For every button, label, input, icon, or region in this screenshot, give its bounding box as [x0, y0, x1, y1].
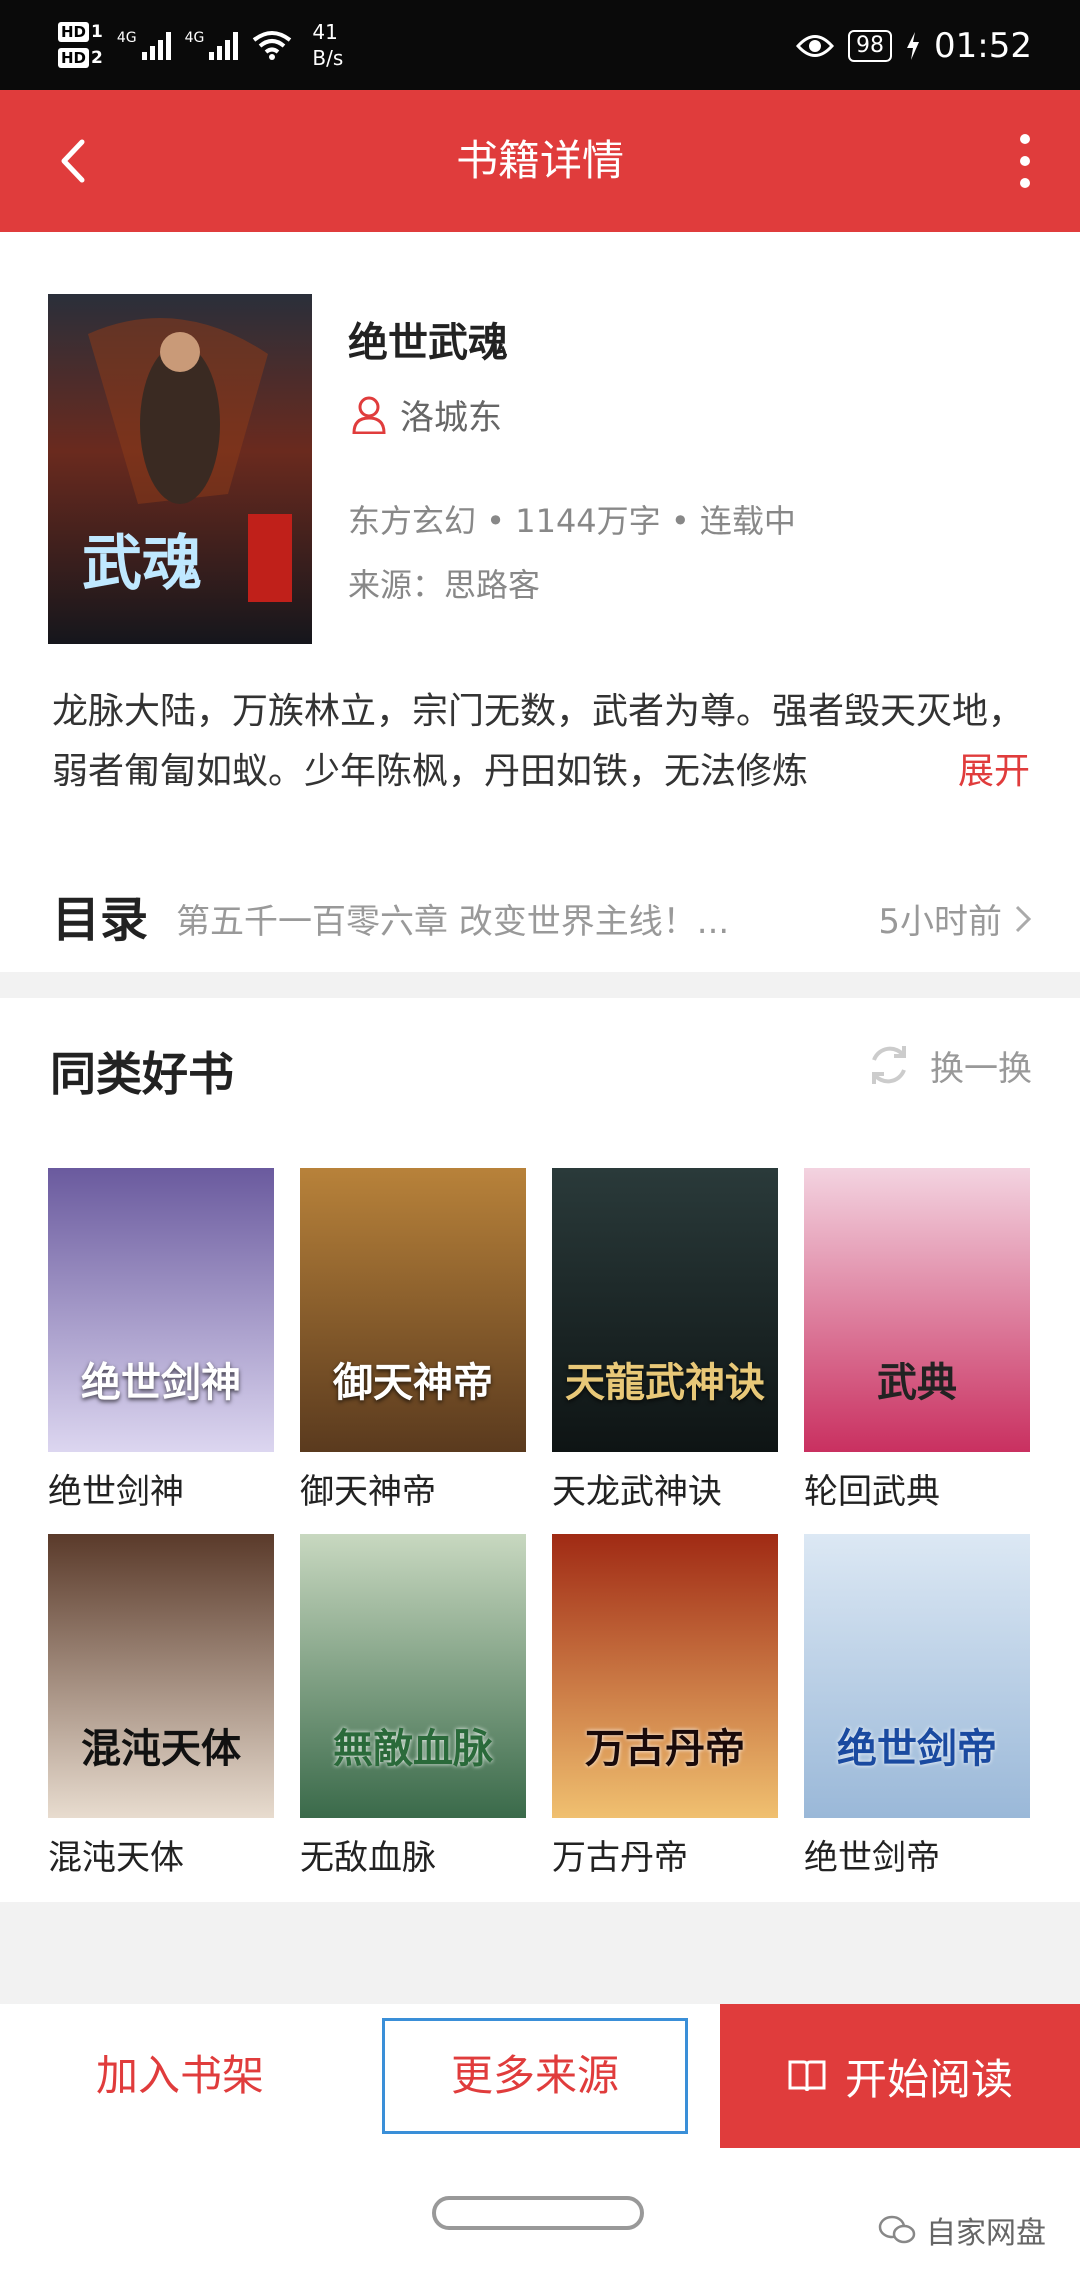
- book-tile-cover: 绝世剑帝: [804, 1534, 1030, 1818]
- expand-button[interactable]: 展开: [897, 742, 1030, 802]
- book-tile-name: 绝世剑神: [48, 1472, 184, 1512]
- hd-indicator-1: HD 1: [58, 22, 103, 42]
- book-source: 来源：思路客: [348, 566, 541, 604]
- svg-text:武魂: 武魂: [82, 529, 202, 599]
- book-tile[interactable]: 万古丹帝 万古丹帝: [552, 1534, 778, 1879]
- book-tile-cover: 無敵血脉: [300, 1534, 526, 1818]
- book-tile-name: 混沌天体: [48, 1838, 184, 1878]
- hd-indicator-2: HD 2: [58, 48, 103, 68]
- book-tile[interactable]: 御天神帝 御天神帝: [300, 1168, 526, 1513]
- book-title: 绝世武魂: [348, 320, 508, 366]
- user-icon: [352, 396, 386, 434]
- similar-books-section: 同类好书 换一换 绝世剑神 绝世剑神 御天神帝 御天神帝 天龍武神诀 天龙武神诀…: [0, 998, 1080, 1902]
- book-tile[interactable]: 绝世剑帝 绝世剑帝: [804, 1534, 1030, 1879]
- bottom-action-bar: 加入书架 更多来源 开始阅读: [0, 2004, 1080, 2148]
- book-tile-cover: 武典: [804, 1168, 1030, 1452]
- watermark: 自家网盘: [878, 2208, 1046, 2252]
- more-sources-button[interactable]: 更多来源: [382, 2018, 688, 2134]
- status-bar: HD 1 HD 2 4G 4G 41 B/s 98 01:52: [0, 0, 1080, 90]
- book-tile-cover: 天龍武神诀: [552, 1168, 778, 1452]
- refresh-button[interactable]: 换一换: [864, 1040, 1032, 1090]
- book-tile-name: 绝世剑帝: [804, 1838, 940, 1878]
- home-gesture-pill[interactable]: [432, 2196, 644, 2230]
- book-tile[interactable]: 混沌天体 混沌天体: [48, 1534, 274, 1879]
- book-tile[interactable]: 武典 轮回武典: [804, 1168, 1030, 1513]
- wifi-icon: [253, 31, 292, 60]
- start-reading-button[interactable]: 开始阅读: [720, 2004, 1080, 2148]
- battery-indicator: 98: [848, 30, 893, 62]
- book-tile-name: 万古丹帝: [552, 1838, 688, 1878]
- app-bar: 书籍详情: [0, 90, 1080, 232]
- system-nav-bar: 自家网盘: [0, 2148, 1080, 2280]
- toc-label: 目录: [52, 892, 149, 948]
- book-tile-name: 轮回武典: [804, 1472, 940, 1512]
- book-tile-cover: 绝世剑神: [48, 1168, 274, 1452]
- eye-icon: [796, 35, 835, 57]
- section-title: 同类好书: [50, 1047, 234, 1101]
- book-tile[interactable]: 天龍武神诀 天龙武神诀: [552, 1168, 778, 1513]
- book-tile-name: 御天神帝: [300, 1472, 436, 1512]
- latest-chapter: 第五千一百零六章 改变世界主线！...: [176, 902, 730, 942]
- more-menu-icon[interactable]: [1016, 134, 1034, 188]
- book-meta: 东方玄幻 • 1144万字 • 连载中: [348, 502, 796, 540]
- network-speed: 41 B/s: [312, 20, 344, 70]
- clock: 01:52: [934, 26, 1032, 66]
- page-title: 书籍详情: [455, 136, 624, 185]
- book-tile-cover: 混沌天体: [48, 1534, 274, 1818]
- book-info-card: 武魂 绝世武魂 洛城东 东方玄幻 • 1144万字 • 连载中 来源：思路客 龙…: [0, 232, 1080, 972]
- author-row[interactable]: 洛城东: [352, 390, 502, 439]
- toc-row[interactable]: 目录 第五千一百零六章 改变世界主线！... 5小时前: [0, 862, 1080, 962]
- book-tile-name: 无敌血脉: [300, 1838, 436, 1878]
- book-open-icon: [788, 2060, 826, 2092]
- book-cover[interactable]: 武魂: [48, 294, 312, 644]
- chevron-right-icon: [1015, 905, 1032, 933]
- wechat-icon: [878, 2215, 916, 2244]
- charging-icon: [907, 32, 920, 60]
- book-tile-cover: 万古丹帝: [552, 1534, 778, 1818]
- refresh-icon: [872, 1046, 906, 1084]
- book-tile[interactable]: 绝世剑神 绝世剑神: [48, 1168, 274, 1513]
- update-time: 5小时前: [878, 902, 1002, 942]
- signal-icon-1: 4G: [117, 30, 171, 60]
- add-to-shelf-button[interactable]: 加入书架: [0, 2004, 360, 2148]
- book-tile-name: 天龙武神诀: [552, 1472, 722, 1512]
- author-name: 洛城东: [400, 398, 502, 438]
- book-tile[interactable]: 無敵血脉 无敌血脉: [300, 1534, 526, 1879]
- book-tile-cover: 御天神帝: [300, 1168, 526, 1452]
- signal-icon-2: 4G: [185, 30, 239, 60]
- book-description: 龙脉大陆，万族林立，宗门无数，武者为尊。强者毁天灭地，弱者匍匐如蚁。少年陈枫，丹…: [52, 682, 1032, 802]
